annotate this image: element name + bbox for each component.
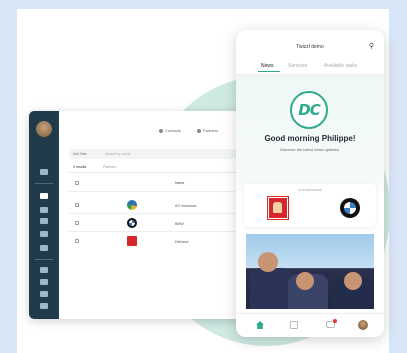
home-icon[interactable]: [256, 321, 264, 329]
sidebar-item-users[interactable]: [40, 267, 48, 273]
tab-services[interactable]: Services: [288, 63, 307, 69]
phone-mockup: Twizzl demo ⚲ News Services Available ta…: [236, 30, 384, 337]
ag-insurance-logo: [127, 200, 137, 210]
tab-available-tasks[interactable]: Available tasks: [324, 63, 357, 69]
delhaize-logo: [127, 236, 137, 246]
row-name[interactable]: BMW: [175, 222, 184, 226]
search-input[interactable]: Search by name: [105, 152, 131, 156]
add-filter-button[interactable]: Add filter: [73, 152, 87, 156]
tab-divider: [69, 172, 244, 173]
topbar-partners-label: Partners: [203, 128, 219, 133]
tab-results[interactable]: 3 results: [73, 165, 86, 169]
filter-bar: Add filter Search by name: [69, 149, 244, 159]
partners-card: OUR PARTNERS: [244, 184, 376, 227]
brand-logo: DC: [290, 91, 328, 129]
column-header-name[interactable]: Name: [175, 181, 184, 185]
sidebar-item-documents[interactable]: [40, 245, 48, 251]
row-divider: [69, 231, 244, 232]
sidebar-item-companies[interactable]: [40, 207, 48, 213]
row-divider: [69, 191, 244, 192]
news-photo[interactable]: [246, 234, 374, 309]
sidebar: [29, 111, 59, 319]
sidebar-divider: [35, 259, 53, 260]
star-icon: [197, 128, 201, 133]
avatar[interactable]: [36, 121, 52, 137]
person-head: [344, 272, 362, 290]
search-icon[interactable]: ⚲: [369, 42, 374, 50]
row-checkbox[interactable]: [75, 239, 79, 243]
bmw-logo: [127, 218, 137, 228]
greeting-text: Good morning Philippe!: [264, 134, 356, 143]
row-checkbox[interactable]: [75, 221, 79, 225]
topbar-partners[interactable]: Partners: [197, 128, 218, 133]
notification-badge: [333, 319, 337, 323]
row-name[interactable]: Delhaize: [175, 240, 189, 244]
top-bar: Contacts Partners: [59, 123, 251, 137]
person-head: [296, 272, 314, 290]
bottom-nav: [236, 313, 384, 337]
active-tab-indicator: [258, 71, 280, 72]
sidebar-divider: [35, 183, 53, 184]
delhaize-logo[interactable]: [267, 196, 289, 220]
profile-avatar[interactable]: [358, 320, 368, 330]
sidebar-item-dashboard[interactable]: [40, 169, 48, 175]
greeting-subtitle: Discover the latest news updates.: [280, 147, 340, 152]
topbar-contacts[interactable]: Contacts: [159, 128, 181, 133]
sidebar-item-calendar[interactable]: [40, 231, 48, 237]
row-name[interactable]: AG Insurance: [175, 204, 196, 208]
phone-title: Twizzl demo: [296, 44, 324, 50]
person-figure: [250, 268, 292, 309]
sidebar-item-lock[interactable]: [40, 291, 48, 297]
user-icon: [159, 128, 163, 133]
tab-news[interactable]: News: [261, 63, 274, 69]
partners-label: OUR PARTNERS: [298, 188, 322, 192]
desktop-window: Contacts Partners Add filter Search by n…: [29, 111, 251, 319]
select-all-checkbox[interactable]: [75, 181, 79, 185]
sidebar-item-groups[interactable]: [40, 279, 48, 285]
topbar-contacts-label: Contacts: [165, 128, 181, 133]
sidebar-item-tasks[interactable]: [40, 218, 48, 224]
bmw-logo[interactable]: [340, 198, 360, 218]
tab-partners[interactable]: Partners: [103, 165, 116, 169]
row-checkbox[interactable]: [75, 203, 79, 207]
sidebar-item-contacts[interactable]: [40, 193, 48, 199]
grid-icon[interactable]: [290, 321, 298, 329]
person-head: [258, 252, 278, 272]
row-divider: [69, 213, 244, 214]
sidebar-item-settings[interactable]: [40, 303, 48, 309]
